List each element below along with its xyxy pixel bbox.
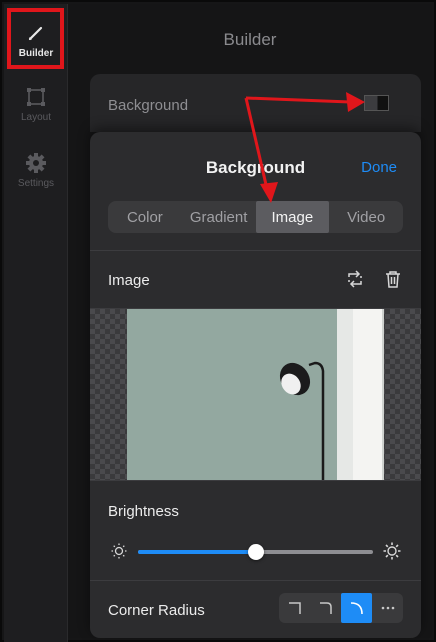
- corner-square-option[interactable]: [279, 593, 310, 623]
- rounded-corner-icon: [319, 602, 332, 614]
- trash-icon[interactable]: [383, 269, 403, 289]
- image-actions: [345, 269, 403, 289]
- square-corner-icon: [288, 602, 301, 614]
- tab-gradient[interactable]: Gradient: [182, 201, 256, 233]
- tab-image[interactable]: Image: [255, 201, 330, 233]
- corner-round-option[interactable]: [341, 593, 372, 623]
- sidebar: Builder Layout Settings: [4, 4, 68, 642]
- more-icon: [381, 606, 394, 610]
- gear-icon: [25, 152, 47, 174]
- brightness-fill: [138, 550, 256, 554]
- round-corner-icon: [350, 602, 363, 615]
- sidebar-item-label: Layout: [20, 111, 52, 123]
- background-type-tabs: Color Gradient Image Video: [108, 201, 403, 233]
- corner-radius-options: [279, 593, 403, 623]
- background-photo: [127, 309, 384, 480]
- done-button[interactable]: Done: [361, 159, 397, 176]
- app-window: Builder Layout Settings Builder Backgrou…: [0, 0, 436, 642]
- background-thumbnail[interactable]: [364, 95, 389, 111]
- replace-icon[interactable]: [345, 269, 365, 289]
- sun-high-icon: [383, 542, 401, 560]
- image-preview[interactable]: [90, 309, 421, 480]
- divider: [90, 580, 421, 581]
- background-popover: Background Done Color Gradient Image Vid…: [90, 132, 421, 638]
- corner-radius-label: Corner Radius: [108, 602, 205, 619]
- brightness-thumb[interactable]: [247, 544, 264, 560]
- layout-icon: [25, 86, 47, 108]
- tab-color[interactable]: Color: [108, 201, 182, 233]
- sidebar-item-label: Settings: [17, 177, 55, 189]
- sun-low-icon: [111, 543, 127, 559]
- image-section-label: Image: [108, 272, 150, 289]
- corner-rounded-option[interactable]: [310, 593, 341, 623]
- brightness-slider[interactable]: [108, 539, 403, 563]
- divider: [90, 250, 421, 251]
- background-row-label: Background: [108, 97, 189, 114]
- annotation-highlight-box: [7, 8, 64, 69]
- tab-video[interactable]: Video: [329, 201, 403, 233]
- page-title: Builder: [223, 30, 277, 49]
- background-row[interactable]: Background: [90, 74, 421, 132]
- sidebar-item-settings[interactable]: Settings: [4, 140, 68, 200]
- sidebar-item-layout[interactable]: Layout: [4, 74, 68, 134]
- brightness-track: [138, 544, 373, 560]
- divider: [90, 480, 421, 481]
- brightness-label: Brightness: [108, 503, 179, 520]
- more-option[interactable]: [372, 593, 403, 623]
